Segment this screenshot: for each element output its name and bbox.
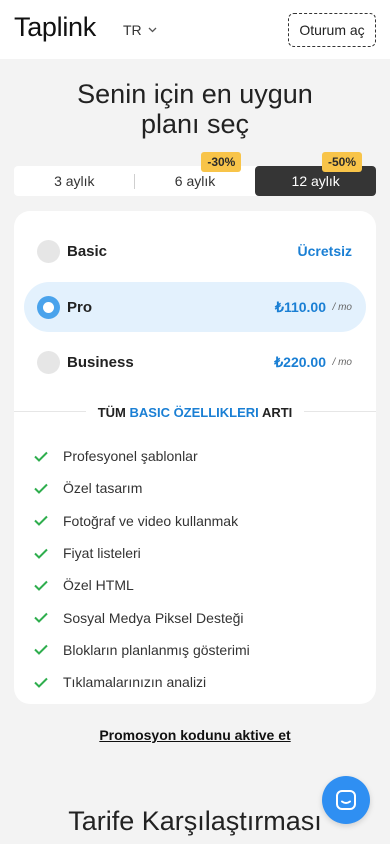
check-icon — [34, 580, 48, 591]
plan-price: ₺110.00 — [275, 298, 326, 315]
feature-label: Fiyat listeleri — [63, 545, 141, 562]
plan-pro[interactable]: Pro ₺110.00 / mo — [24, 282, 366, 332]
plan-business[interactable]: Business ₺220.00 / mo — [24, 337, 366, 387]
plan-name: Basic — [67, 242, 108, 260]
top-bar: Taplink TR Oturum aç — [0, 0, 390, 59]
feature-item: Fiyat listeleri — [34, 537, 250, 569]
chat-bubble-icon — [336, 790, 356, 810]
check-icon — [34, 645, 48, 656]
tab-label: 3 aylık — [54, 173, 95, 189]
language-selector[interactable]: TR — [123, 22, 157, 38]
features-header: TÜM BASIC ÖZELLIKLERI ARTI — [14, 404, 376, 422]
check-icon — [34, 483, 48, 494]
headline-line-2: planı seç — [140, 109, 250, 139]
radio-button[interactable] — [37, 239, 60, 263]
radio-button[interactable] — [37, 295, 60, 319]
price-period: / mo — [332, 301, 352, 313]
feature-item: Sosyal Medya Piksel Desteği — [34, 601, 250, 633]
features-header-prefix: TÜM — [97, 405, 126, 420]
check-icon — [34, 612, 48, 624]
tab-3-months[interactable]: 3 aylık — [14, 166, 135, 196]
feature-label: Özel tasarım — [63, 480, 143, 497]
feature-list: Profesyonel şablonlar Özel tasarım Fotoğ… — [34, 440, 250, 698]
plan-name: Business — [67, 353, 134, 371]
language-label: TR — [123, 22, 142, 38]
price-period: / mo — [332, 356, 352, 368]
feature-item: Özel HTML — [34, 569, 250, 601]
feature-label: Fotoğraf ve video kullanmak — [63, 512, 239, 529]
headline-line-1: Senin için en uygun — [77, 79, 313, 109]
check-icon — [34, 516, 48, 527]
feature-item: Tıklamalarınızın analizi — [34, 666, 250, 698]
tab-label: 6 aylık — [174, 173, 216, 189]
check-icon — [34, 548, 48, 559]
feature-label: Özel HTML — [63, 577, 134, 594]
discount-badge: -30% — [201, 152, 242, 172]
feature-label: Tıklamalarınızın analizi — [63, 674, 207, 691]
promo-code-link[interactable]: Promosyon kodunu aktive et — [0, 727, 390, 743]
tab-6-months[interactable]: -30% 6 aylık — [135, 152, 256, 196]
feature-item: Profesyonel şablonlar — [34, 440, 250, 472]
features-header-highlight: BASIC ÖZELLIKLERI — [129, 405, 259, 420]
billing-period-tabs: 3 aylık -30% 6 aylık -50% 12 aylık — [14, 152, 377, 196]
plan-price: ₺220.00 — [274, 353, 326, 370]
taplink-logo[interactable]: Taplink — [14, 12, 96, 43]
feature-item: Özel tasarım — [34, 472, 250, 504]
chevron-down-icon — [148, 27, 157, 33]
chat-button[interactable] — [322, 776, 370, 824]
features-header-suffix: ARTI — [261, 405, 293, 420]
radio-button[interactable] — [37, 350, 60, 374]
feature-item: Blokların planlanmış gösterimi — [34, 634, 250, 666]
page-headline: Senin için en uygun planı seç — [0, 79, 390, 139]
plans-card: Basic Ücretsiz Pro ₺110.00 / mo Business… — [14, 211, 376, 704]
discount-badge: -50% — [322, 152, 363, 172]
login-button[interactable]: Oturum aç — [288, 13, 376, 47]
feature-item: Fotoğraf ve video kullanmak — [34, 505, 250, 537]
feature-label: Profesyonel şablonlar — [63, 448, 198, 465]
feature-label: Blokların planlanmış gösterimi — [63, 641, 250, 658]
plan-price: Ücretsiz — [297, 243, 352, 259]
feature-label: Sosyal Medya Piksel Desteği — [63, 609, 244, 626]
check-icon — [34, 677, 48, 688]
plan-name: Pro — [67, 298, 93, 316]
plan-basic[interactable]: Basic Ücretsiz — [24, 226, 366, 276]
check-icon — [34, 451, 48, 462]
tab-label: 12 aylık — [291, 173, 340, 189]
tab-12-months[interactable]: -50% 12 aylık — [255, 152, 377, 196]
